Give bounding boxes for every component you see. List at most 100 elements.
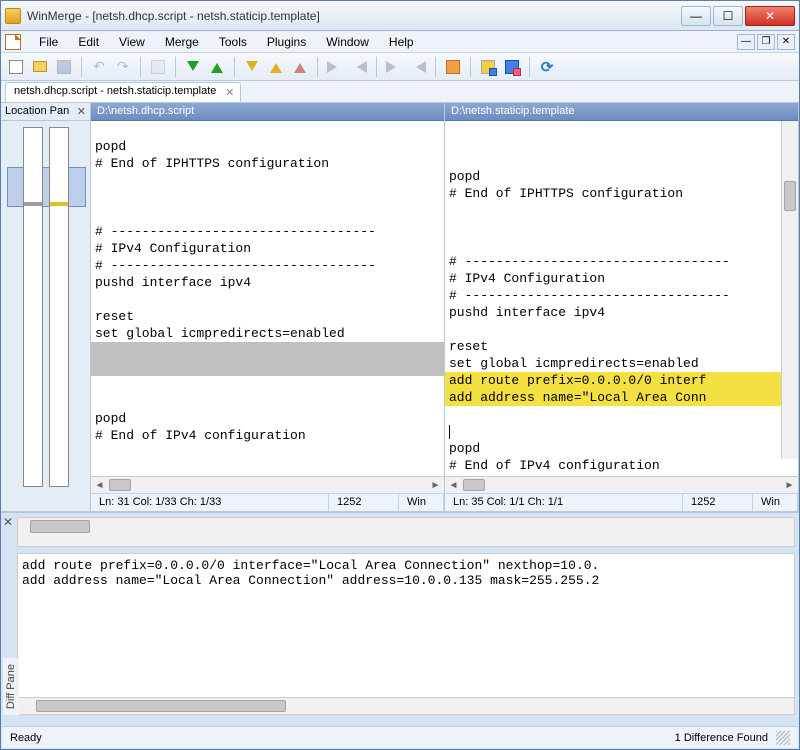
location-pane-close-icon[interactable]: ✕ bbox=[77, 105, 86, 118]
code-line[interactable] bbox=[91, 359, 444, 376]
workarea: Location Pan ✕ D:\netsh.dhcp.script popd… bbox=[1, 103, 799, 511]
code-line[interactable]: # End of IPv4 configuration bbox=[91, 427, 444, 444]
code-line[interactable]: popd bbox=[91, 410, 444, 427]
first-diff-button[interactable] bbox=[241, 56, 263, 78]
scroll-thumb[interactable] bbox=[463, 479, 485, 491]
next-diff-button[interactable] bbox=[206, 56, 228, 78]
code-line[interactable]: # End of IPv4 configuration bbox=[445, 457, 798, 474]
code-line[interactable]: reset bbox=[445, 338, 798, 355]
code-line[interactable] bbox=[91, 189, 444, 206]
code-line[interactable]: # ---------------------------------- bbox=[91, 257, 444, 274]
prev-diff-button[interactable] bbox=[182, 56, 204, 78]
menu-help[interactable]: Help bbox=[379, 33, 424, 51]
code-line[interactable] bbox=[445, 321, 798, 338]
save-button[interactable] bbox=[53, 56, 75, 78]
copy-right-advance-button[interactable] bbox=[383, 56, 405, 78]
diff-pane-tab-label[interactable]: Diff Pane bbox=[3, 658, 19, 715]
code-line[interactable]: popd bbox=[445, 168, 798, 185]
code-line[interactable]: # IPv4 Configuration bbox=[445, 270, 798, 287]
location-pane-body[interactable] bbox=[1, 121, 90, 511]
code-line[interactable] bbox=[445, 151, 798, 168]
copy-left-button[interactable] bbox=[348, 56, 370, 78]
copy-right-button[interactable] bbox=[324, 56, 346, 78]
code-line[interactable]: # ---------------------------------- bbox=[91, 223, 444, 240]
menu-plugins[interactable]: Plugins bbox=[257, 33, 316, 51]
right-vscrollbar[interactable] bbox=[781, 121, 798, 459]
new-button[interactable] bbox=[5, 56, 27, 78]
code-line[interactable]: popd bbox=[445, 440, 798, 457]
diff-pane-top-scroll[interactable] bbox=[17, 517, 795, 547]
toggle-2-button[interactable] bbox=[477, 56, 499, 78]
menu-file[interactable]: File bbox=[29, 33, 68, 51]
code-line[interactable]: # ---------------------------------- bbox=[445, 287, 798, 304]
menu-edit[interactable]: Edit bbox=[68, 33, 109, 51]
document-tab[interactable]: netsh.dhcp.script - netsh.staticip.templ… bbox=[5, 82, 241, 102]
code-line[interactable] bbox=[445, 236, 798, 253]
code-line[interactable]: # End of IPHTTPS configuration bbox=[445, 185, 798, 202]
menu-merge[interactable]: Merge bbox=[155, 33, 209, 51]
code-line[interactable] bbox=[445, 423, 798, 440]
code-line[interactable] bbox=[91, 342, 444, 359]
location-viewport-indicator[interactable] bbox=[7, 167, 86, 207]
scroll-thumb[interactable] bbox=[784, 181, 796, 211]
scroll-thumb[interactable] bbox=[36, 700, 286, 712]
tab-close-icon[interactable]: ✕ bbox=[225, 86, 234, 99]
last-diff-button[interactable] bbox=[265, 56, 287, 78]
resize-grip-icon[interactable] bbox=[776, 731, 790, 745]
mdi-minimize-button[interactable]: — bbox=[737, 34, 755, 50]
diff-pane-text[interactable]: add route prefix=0.0.0.0/0 interface="Lo… bbox=[17, 553, 795, 698]
code-line[interactable] bbox=[91, 291, 444, 308]
code-line[interactable]: add route prefix=0.0.0.0/0 interf bbox=[445, 372, 798, 389]
scroll-thumb[interactable] bbox=[30, 520, 90, 533]
code-line[interactable]: # End of IPHTTPS configuration bbox=[91, 155, 444, 172]
left-editor[interactable]: popd# End of IPHTTPS configuration# ----… bbox=[91, 121, 444, 476]
undo-button[interactable]: ↶ bbox=[88, 56, 110, 78]
document-icon[interactable] bbox=[5, 34, 21, 50]
code-line[interactable] bbox=[445, 202, 798, 219]
right-hscrollbar[interactable]: ◄ ► bbox=[445, 476, 798, 493]
diff-list-button[interactable] bbox=[147, 56, 169, 78]
mdi-restore-button[interactable]: ❐ bbox=[757, 34, 775, 50]
refresh-button[interactable]: ⟳ bbox=[536, 56, 558, 78]
code-line[interactable]: set global icmpredirects=enabled bbox=[445, 355, 798, 372]
toggle-1-button[interactable] bbox=[442, 56, 464, 78]
open-button[interactable] bbox=[29, 56, 51, 78]
left-hscrollbar[interactable]: ◄ ► bbox=[91, 476, 444, 493]
diff-pane-hscrollbar[interactable] bbox=[17, 698, 795, 715]
code-line[interactable] bbox=[445, 219, 798, 236]
code-line[interactable] bbox=[91, 376, 444, 393]
code-line[interactable] bbox=[91, 121, 444, 138]
code-line[interactable]: reset bbox=[91, 308, 444, 325]
code-line[interactable] bbox=[91, 206, 444, 223]
scroll-right-icon[interactable]: ► bbox=[427, 477, 444, 494]
code-line[interactable] bbox=[91, 393, 444, 410]
code-line[interactable]: # ---------------------------------- bbox=[445, 253, 798, 270]
mdi-close-button[interactable]: ✕ bbox=[777, 34, 795, 50]
code-line[interactable]: pushd interface ipv4 bbox=[445, 304, 798, 321]
maximize-button[interactable]: ☐ bbox=[713, 6, 743, 26]
menu-tools[interactable]: Tools bbox=[209, 33, 257, 51]
code-line[interactable]: popd bbox=[91, 138, 444, 155]
code-line[interactable]: set global icmpredirects=enabled bbox=[91, 325, 444, 342]
location-right-column[interactable] bbox=[49, 127, 69, 487]
close-button[interactable]: ✕ bbox=[745, 6, 795, 26]
window-title: WinMerge - [netsh.dhcp.script - netsh.st… bbox=[27, 9, 679, 23]
scroll-right-icon[interactable]: ► bbox=[781, 477, 798, 494]
code-line[interactable] bbox=[445, 406, 798, 423]
code-line[interactable]: add address name="Local Area Conn bbox=[445, 389, 798, 406]
location-left-column[interactable] bbox=[23, 127, 43, 487]
copy-left-advance-button[interactable] bbox=[407, 56, 429, 78]
redo-button[interactable]: ↶ bbox=[112, 56, 134, 78]
current-diff-button[interactable] bbox=[289, 56, 311, 78]
menu-window[interactable]: Window bbox=[316, 33, 379, 51]
code-line[interactable]: pushd interface ipv4 bbox=[91, 274, 444, 291]
menu-view[interactable]: View bbox=[109, 33, 155, 51]
right-editor[interactable]: popd# End of IPHTTPS configuration# ----… bbox=[445, 121, 798, 476]
minimize-button[interactable]: — bbox=[681, 6, 711, 26]
code-line[interactable]: # IPv4 Configuration bbox=[91, 240, 444, 257]
scroll-thumb[interactable] bbox=[109, 479, 131, 491]
code-line[interactable] bbox=[91, 172, 444, 189]
toggle-3-button[interactable] bbox=[501, 56, 523, 78]
scroll-left-icon[interactable]: ◄ bbox=[445, 477, 462, 494]
scroll-left-icon[interactable]: ◄ bbox=[91, 477, 108, 494]
